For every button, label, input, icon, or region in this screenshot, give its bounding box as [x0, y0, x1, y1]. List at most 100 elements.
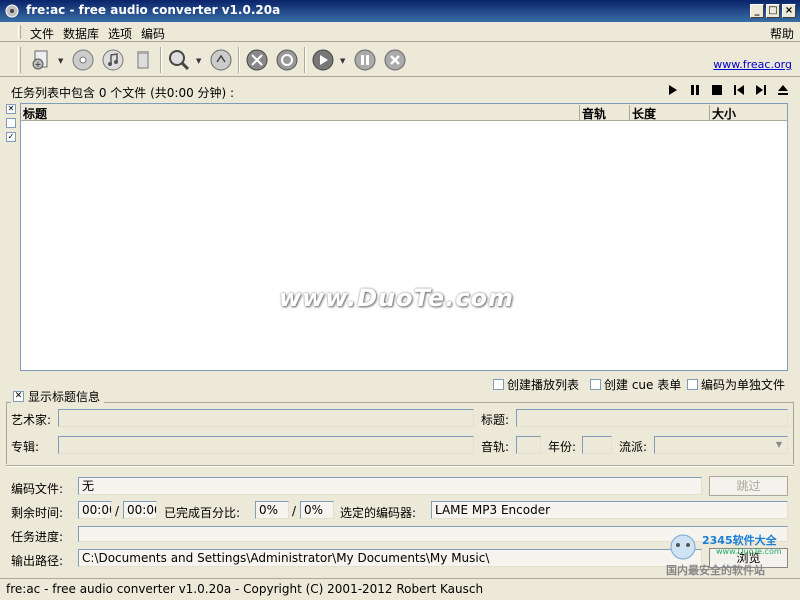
- column-size[interactable]: 大小: [710, 105, 787, 121]
- window-title: fre:ac - free audio converter v1.0.20a: [26, 3, 281, 17]
- wrench-icon: [246, 49, 268, 71]
- cd-icon: [72, 49, 94, 71]
- album-field[interactable]: [58, 436, 474, 454]
- pause-button[interactable]: [688, 82, 702, 98]
- single-file-checkbox[interactable]: [687, 379, 698, 390]
- add-cd-button[interactable]: [70, 47, 96, 73]
- track-field[interactable]: [516, 436, 541, 454]
- remove-button[interactable]: [130, 47, 156, 73]
- year-field[interactable]: [582, 436, 612, 454]
- create-cue-option[interactable]: 创建 cue 表单: [590, 376, 681, 393]
- music-note-icon: [102, 49, 124, 71]
- menu-encode[interactable]: 编码: [141, 25, 165, 42]
- watermark-text: www.DuoTe.com: [279, 284, 514, 312]
- menu-options[interactable]: 选项: [108, 25, 132, 42]
- player-controls: [666, 82, 790, 98]
- percent-total-field: 0%: [300, 501, 334, 519]
- next-button[interactable]: [754, 82, 768, 98]
- previous-button[interactable]: [732, 82, 746, 98]
- joblist-header: 标题 音轨 长度 大小: [21, 104, 787, 121]
- toolbar-separator: [160, 47, 162, 73]
- menu-help[interactable]: 帮助: [770, 25, 794, 42]
- column-track[interactable]: 音轨: [580, 105, 630, 121]
- title-field[interactable]: [516, 409, 788, 427]
- column-length[interactable]: 长度: [630, 105, 710, 121]
- close-button[interactable]: ×: [782, 4, 796, 18]
- stop-icon: [712, 85, 722, 95]
- menu-database[interactable]: 数据库: [63, 25, 99, 42]
- stop-button[interactable]: [710, 82, 724, 98]
- title-bar: fre:ac - free audio converter v1.0.20a _…: [0, 0, 800, 22]
- tools-button[interactable]: [244, 47, 270, 73]
- show-title-info-checkbox[interactable]: ✕: [13, 391, 24, 402]
- settings-button[interactable]: [274, 47, 300, 73]
- svg-text:+: +: [35, 60, 42, 69]
- create-playlist-label: 创建播放列表: [507, 378, 580, 392]
- gear-icon: [276, 49, 298, 71]
- create-playlist-checkbox[interactable]: [493, 379, 504, 390]
- percent-label: 已完成百分比:: [164, 506, 241, 520]
- add-files-dropdown-icon[interactable]: ▼: [58, 57, 63, 65]
- website-link[interactable]: www.freac.org: [713, 58, 792, 71]
- time-separator: /: [115, 504, 120, 518]
- create-cue-label: 创建 cue 表单: [604, 378, 682, 392]
- corner-watermark: 2345软件大全 www.DuoTe.com 国内最安全的软件站: [660, 530, 800, 578]
- corner-brand: 2345软件大全: [702, 534, 777, 547]
- select-all-checkbox[interactable]: ✕: [6, 104, 16, 114]
- cddb-button[interactable]: [208, 47, 234, 73]
- stop-encode-button[interactable]: [382, 47, 408, 73]
- menu-file[interactable]: 文件: [30, 25, 54, 42]
- output-path-label: 输出路径:: [11, 554, 64, 568]
- status-text: fre:ac - free audio converter v1.0.20a -…: [6, 582, 484, 596]
- create-cue-checkbox[interactable]: [590, 379, 601, 390]
- add-files-icon: +: [32, 50, 48, 70]
- play-button[interactable]: [666, 82, 680, 98]
- column-title[interactable]: 标题: [21, 105, 580, 121]
- search-button[interactable]: [166, 47, 192, 73]
- encoding-file-field: 无: [78, 477, 702, 495]
- single-file-label: 编码为单独文件: [701, 378, 786, 392]
- chevron-down-icon: ▼: [775, 440, 783, 449]
- pause-icon: [691, 85, 699, 95]
- menu-bar: 文件 数据库 选项 编码 帮助: [0, 22, 800, 42]
- genre-select[interactable]: ▼: [654, 436, 788, 454]
- corner-domain: www.DuoTe.com: [716, 547, 782, 556]
- eject-button[interactable]: [776, 82, 790, 98]
- joblist-table[interactable]: 标题 音轨 长度 大小 www.DuoTe.com: [20, 103, 788, 371]
- album-label: 专辑:: [11, 440, 40, 454]
- encoding-file-label: 编码文件:: [11, 482, 64, 496]
- toolbar: + ▼ ▼ ▼ www.freac.org: [0, 43, 800, 77]
- pause-encode-button[interactable]: [352, 47, 378, 73]
- mascot-icon: [670, 534, 696, 560]
- artist-field[interactable]: [58, 409, 474, 427]
- start-encode-button[interactable]: [310, 47, 336, 73]
- time-total-field: 00:00: [123, 501, 157, 519]
- output-path-field[interactable]: C:\Documents and Settings\Administrator\…: [78, 549, 702, 567]
- add-music-button[interactable]: [100, 47, 126, 73]
- skip-button[interactable]: 跳过: [709, 476, 788, 496]
- play-icon: [312, 49, 334, 71]
- add-files-button[interactable]: +: [28, 47, 54, 73]
- selected-encoder-label: 选定的编码器:: [340, 506, 417, 520]
- toolbar-separator: [304, 47, 306, 73]
- year-label: 年份:: [548, 440, 577, 454]
- trash-icon: [137, 51, 149, 69]
- single-file-option[interactable]: 编码为单独文件: [687, 376, 785, 393]
- time-left-label: 剩余时间:: [11, 506, 64, 520]
- progress-label: 任务进度:: [11, 530, 64, 544]
- stop-icon: [384, 49, 406, 71]
- magnifier-icon: [169, 50, 190, 71]
- search-dropdown-icon[interactable]: ▼: [196, 57, 201, 65]
- maximize-button[interactable]: □: [766, 4, 780, 18]
- show-title-info-toggle[interactable]: ✕ 显示标题信息: [11, 388, 105, 405]
- menu-grip: [18, 25, 21, 39]
- cddb-icon: [210, 49, 232, 71]
- toolbar-separator: [238, 47, 240, 73]
- encode-dropdown-icon[interactable]: ▼: [340, 57, 345, 65]
- percent-current-field: 0%: [255, 501, 289, 519]
- create-playlist-option[interactable]: 创建播放列表: [493, 376, 579, 393]
- select-none-checkbox[interactable]: [6, 118, 16, 128]
- pause-icon: [354, 49, 376, 71]
- toggle-selection-checkbox[interactable]: ✓: [6, 132, 16, 142]
- minimize-button[interactable]: _: [750, 4, 764, 18]
